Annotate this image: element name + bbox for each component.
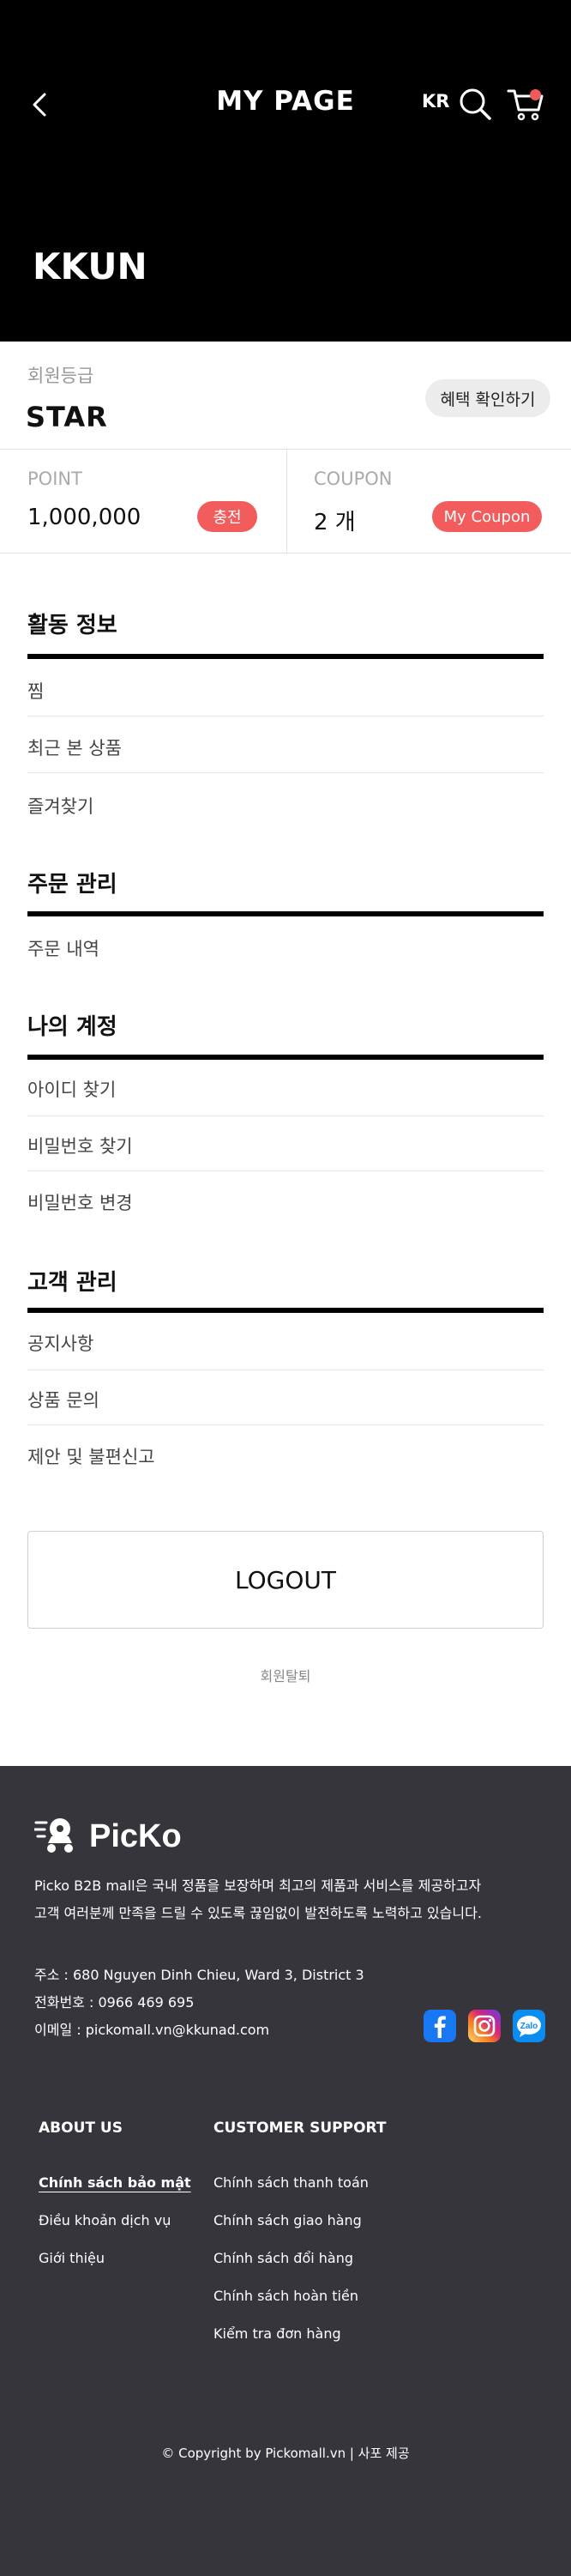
footer-link-refund[interactable]: Chính sách hoàn tiền — [213, 2288, 358, 2304]
my-coupon-button[interactable]: My Coupon — [432, 501, 542, 532]
footer-description: Picko B2B mall은 국내 정품을 보장하며 최고의 제품과 서비스를… — [34, 1878, 482, 1894]
menu-item-find-id[interactable]: 아이디 찾기 — [27, 1076, 116, 1102]
divider — [27, 1170, 544, 1171]
section-bar — [27, 1055, 544, 1060]
divider — [0, 449, 571, 450]
search-icon[interactable] — [457, 86, 493, 122]
footer-link-shipping[interactable]: Chính sách giao hàng — [213, 2212, 362, 2228]
coupon-label: COUPON — [314, 469, 393, 489]
menu-item-favorites[interactable]: 즐겨찾기 — [27, 793, 93, 819]
footer-link-order-check[interactable]: Kiểm tra đơn hàng — [213, 2325, 341, 2342]
menu-item-recently-viewed[interactable]: 최근 본 상품 — [27, 735, 122, 760]
footer-phone: 전화번호 : 0966 469 695 — [34, 1994, 195, 2011]
withdraw-link[interactable]: 회원탈퇴 — [0, 1665, 571, 1685]
svg-text:PicKo: PicKo — [89, 1818, 182, 1854]
page-header — [0, 0, 571, 342]
divider — [286, 450, 287, 553]
svg-text:Zalo: Zalo — [520, 2022, 538, 2031]
footer-address: 주소 : 680 Nguyen Dinh Chieu, Ward 3, Dist… — [34, 1967, 364, 1983]
username: KKUN — [33, 245, 147, 287]
footer-about-heading: ABOUT US — [39, 2119, 123, 2137]
section-title-account: 나의 계정 — [27, 1014, 117, 1040]
picko-logo: PicKo — [34, 1818, 182, 1854]
footer-link-privacy[interactable]: Chính sách bảo mật — [39, 2174, 191, 2191]
facebook-icon[interactable] — [424, 2010, 456, 2042]
divider — [27, 716, 544, 717]
footer-link-payment[interactable]: Chính sách thanh toán — [213, 2174, 369, 2191]
footer-email: 이메일 : pickomall.vn@kkunad.com — [34, 2022, 270, 2038]
footer-link-about[interactable]: Giới thiệu — [39, 2250, 105, 2266]
footer-link-terms[interactable]: Điều khoản dịch vụ — [39, 2212, 171, 2228]
grade-value: STAR — [26, 401, 108, 433]
grade-label: 회원등급 — [27, 366, 94, 386]
menu-item-notice[interactable]: 공지사항 — [27, 1330, 93, 1356]
cart-icon[interactable] — [506, 84, 545, 124]
menu-item-change-password[interactable]: 비밀번호 변경 — [27, 1189, 133, 1215]
footer-support-heading: CUSTOMER SUPPORT — [213, 2119, 387, 2137]
coupon-value: 2 개 — [314, 510, 356, 535]
footer-link-exchange[interactable]: Chính sách đổi hàng — [213, 2250, 353, 2266]
logout-button[interactable]: LOGOUT — [27, 1531, 544, 1629]
benefit-check-button[interactable]: 혜택 확인하기 — [425, 379, 550, 417]
cart-badge — [530, 89, 541, 100]
point-charge-button[interactable]: 충전 — [197, 501, 257, 532]
footer-description: 고객 여러분께 만족을 드릴 수 있도록 끊임없이 발전하도록 노력하고 있습니… — [34, 1905, 482, 1921]
menu-item-find-password[interactable]: 비밀번호 찾기 — [27, 1133, 133, 1158]
section-title-activity: 활동 정보 — [27, 613, 117, 638]
point-label: POINT — [27, 469, 82, 489]
point-value: 1,000,000 — [27, 505, 141, 530]
zalo-icon[interactable]: Zalo — [513, 2010, 545, 2042]
section-bar — [27, 654, 544, 659]
menu-item-product-inquiry[interactable]: 상품 문의 — [27, 1387, 99, 1412]
instagram-icon[interactable] — [468, 2010, 501, 2042]
divider — [27, 772, 544, 773]
language-selector[interactable]: KR — [422, 91, 449, 112]
section-title-orders: 주문 관리 — [27, 872, 117, 898]
copyright: © Copyright by Pickomall.vn | 사포 제공 — [161, 2446, 410, 2461]
section-bar — [27, 911, 544, 916]
section-bar — [27, 1308, 544, 1313]
menu-item-order-history[interactable]: 주문 내역 — [27, 935, 99, 961]
menu-item-wishlist[interactable]: 찜 — [27, 678, 44, 704]
section-title-customer: 고객 관리 — [27, 1270, 117, 1296]
divider — [27, 1424, 544, 1425]
menu-item-suggestion[interactable]: 제안 및 불편신고 — [27, 1443, 155, 1469]
